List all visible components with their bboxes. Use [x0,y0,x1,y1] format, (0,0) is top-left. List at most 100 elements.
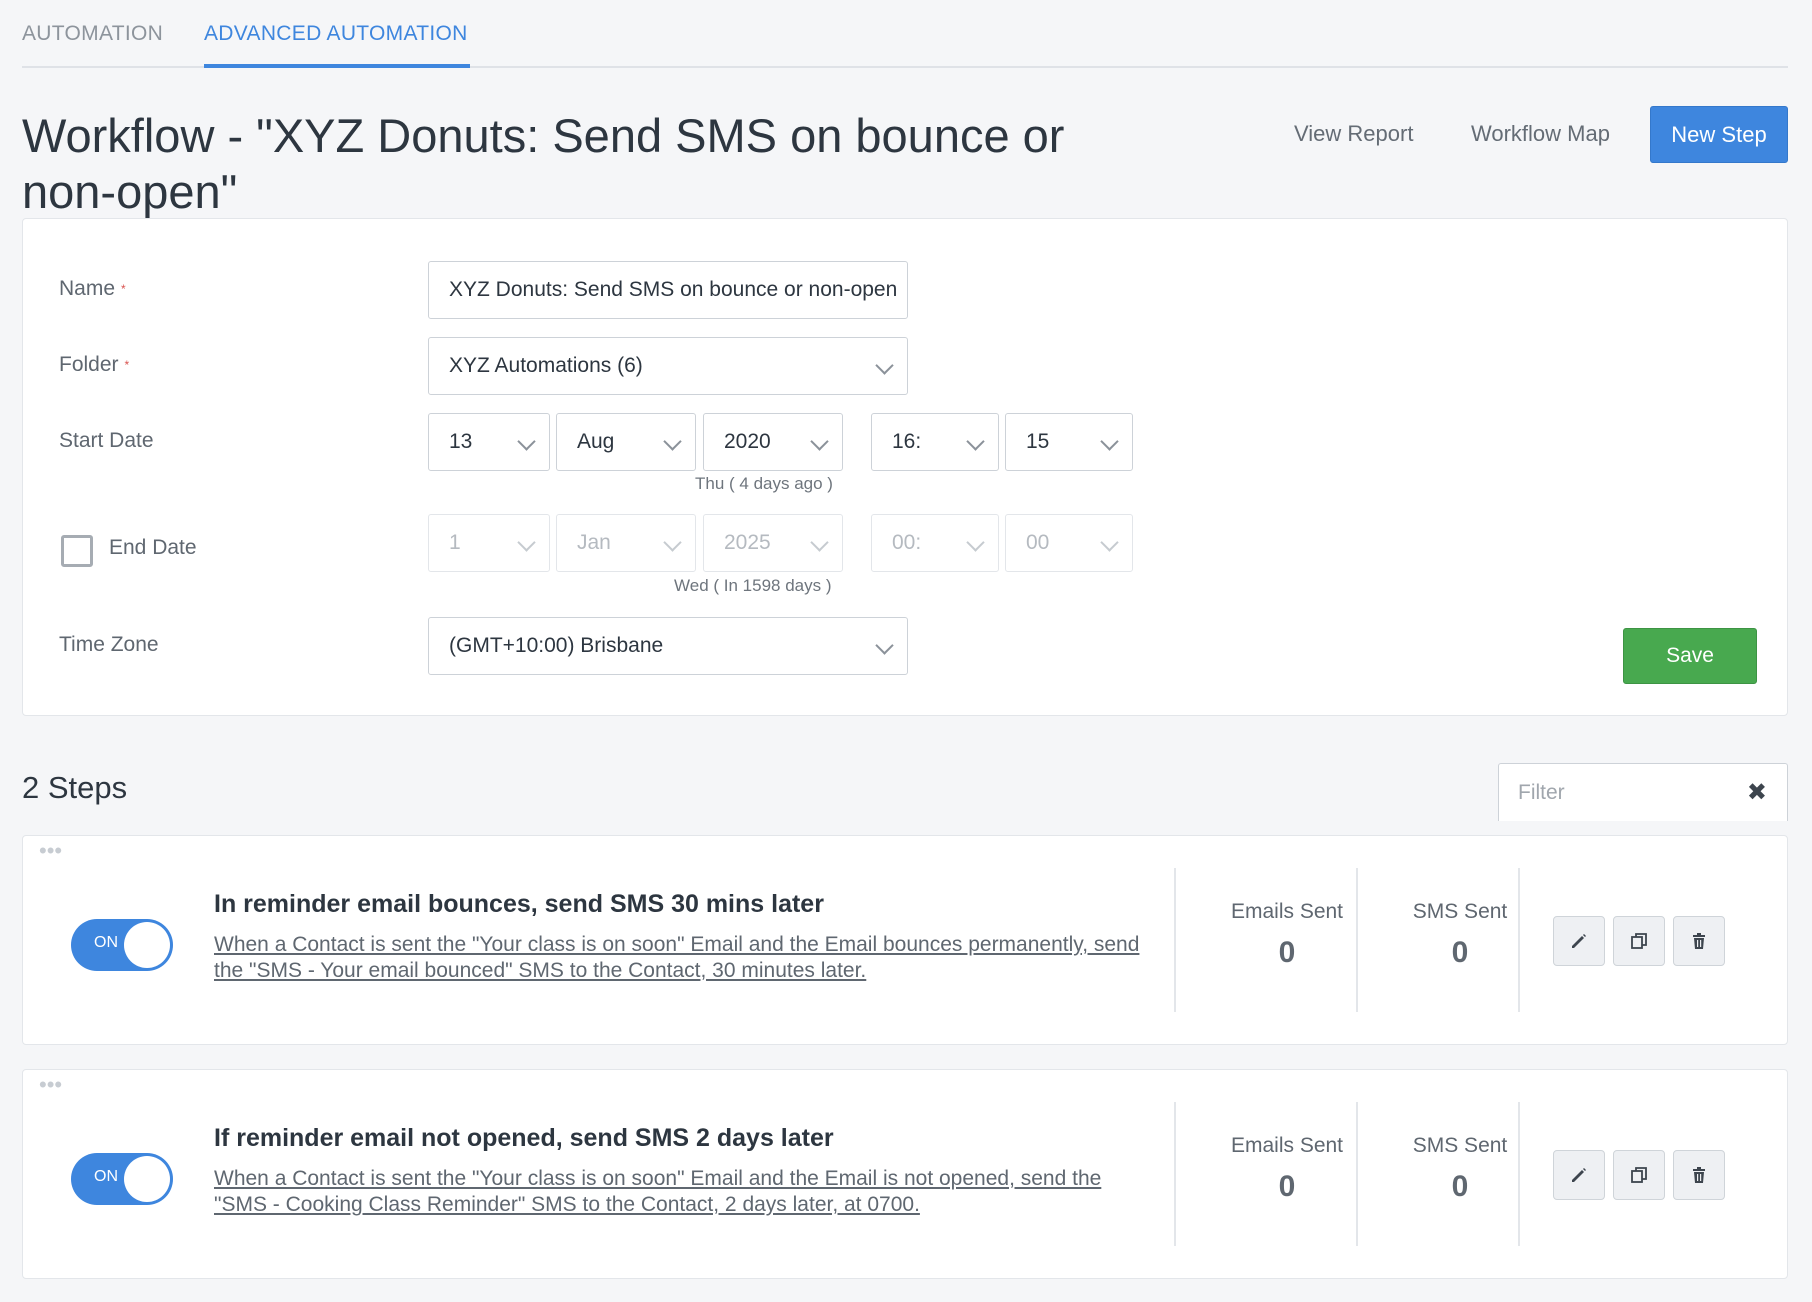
emails-sent-value: 0 [1278,1170,1296,1203]
filter-placeholder: Filter [1518,780,1565,804]
delete-step-button[interactable] [1673,916,1725,966]
start-year-value: 2020 [724,430,771,453]
divider [1356,868,1358,1012]
start-hour-select[interactable]: 16: [871,413,999,471]
start-minute-select[interactable]: 15 [1005,413,1133,471]
step-card: ••• ON In reminder email bounces, send S… [22,835,1788,1045]
end-hour-value: 00: [892,531,922,554]
name-label: Name * [59,277,126,301]
chevron-down-icon [966,533,985,552]
pencil-icon [1572,934,1586,948]
trash-icon [1693,1167,1705,1183]
step-toggle[interactable]: ON [71,1153,173,1205]
name-input[interactable]: XYZ Donuts: Send SMS on bounce or non-op… [428,261,908,319]
sms-sent-value: 0 [1451,1170,1469,1203]
timezone-label: Time Zone [59,633,159,656]
end-date-label: End Date [109,536,197,559]
end-month-select: Jan [556,514,696,572]
emails-sent-label: Emails Sent [1230,1134,1344,1157]
start-date-label: Start Date [59,429,154,452]
step-description-link[interactable]: When a Contact is sent the "Your class i… [214,932,1154,984]
end-date-hint: Wed ( In 1598 days ) [674,576,832,595]
divider [1174,868,1176,1012]
page-title: Workflow - "XYZ Donuts: Send SMS on boun… [22,109,1065,218]
duplicate-step-button[interactable] [1613,916,1665,966]
sms-sent-label: SMS Sent [1412,900,1508,923]
sms-sent-label: SMS Sent [1412,1134,1508,1157]
end-minute-select: 00 [1005,514,1133,572]
chevron-down-icon [810,533,829,552]
tab-automation[interactable]: AUTOMATION [22,22,163,46]
start-day-value: 13 [449,430,473,453]
step-description-link[interactable]: When a Contact is sent the "Your class i… [214,1166,1154,1218]
required-mark: * [121,282,126,297]
copy-icon [1631,933,1647,949]
emails-sent-value: 0 [1278,936,1296,969]
steps-count-title: 2 Steps [22,770,128,805]
start-day-select[interactable]: 13 [428,413,550,471]
divider [1356,1102,1358,1246]
start-year-select[interactable]: 2020 [703,413,843,471]
name-input-value: XYZ Donuts: Send SMS on bounce or non-op… [449,278,898,301]
filter-input[interactable]: Filter ✖ [1498,763,1788,821]
chevron-down-icon [966,432,985,451]
new-step-button[interactable]: New Step [1650,106,1788,163]
chevron-down-icon [810,432,829,451]
start-minute-value: 15 [1026,430,1050,453]
name-label-text: Name [59,277,116,300]
chevron-down-icon [663,533,682,552]
toggle-knob [124,1156,170,1202]
emails-sent-label: Emails Sent [1230,900,1344,923]
timezone-select[interactable]: (GMT+10:00) Brisbane [428,617,908,675]
start-hour-value: 16: [892,430,922,453]
step-toggle[interactable]: ON [71,919,173,971]
chevron-down-icon [1100,432,1119,451]
drag-handle-icon[interactable]: ••• [39,840,62,862]
workflow-form: Name * XYZ Donuts: Send SMS on bounce or … [22,218,1788,716]
end-day-select: 1 [428,514,550,572]
chevron-down-icon [663,432,682,451]
chevron-down-icon [517,533,536,552]
start-date-hint: Thu ( 4 days ago ) [695,474,833,493]
active-tab-indicator [204,64,470,68]
start-month-value: Aug [577,430,615,453]
save-button[interactable]: Save [1623,628,1757,684]
duplicate-step-button[interactable] [1613,1150,1665,1200]
end-month-value: Jan [577,531,611,554]
edit-step-button[interactable] [1553,916,1605,966]
divider [1174,1102,1176,1246]
tab-bar: AUTOMATION ADVANCED AUTOMATION [22,0,1788,68]
end-year-select: 2025 [703,514,843,572]
workflow-map-link[interactable]: Workflow Map [1471,121,1610,147]
end-date-checkbox[interactable] [61,535,93,567]
tab-advanced-automation[interactable]: ADVANCED AUTOMATION [204,22,468,46]
toggle-label: ON [94,1168,118,1185]
divider [1518,868,1520,1012]
divider [1518,1102,1520,1246]
chevron-down-icon [517,432,536,451]
toggle-knob [124,922,170,968]
folder-label-text: Folder [59,353,119,376]
drag-handle-icon[interactable]: ••• [39,1074,62,1096]
toggle-label: ON [94,934,118,951]
copy-icon [1631,1167,1647,1183]
end-hour-select: 00: [871,514,999,572]
delete-step-button[interactable] [1673,1150,1725,1200]
folder-select-value: XYZ Automations (6) [449,354,643,377]
step-title: If reminder email not opened, send SMS 2… [214,1124,834,1152]
edit-step-button[interactable] [1553,1150,1605,1200]
end-minute-value: 00 [1026,531,1050,554]
start-month-select[interactable]: Aug [556,413,696,471]
chevron-down-icon [875,636,894,655]
view-report-link[interactable]: View Report [1294,121,1413,147]
chevron-down-icon [1100,533,1119,552]
folder-label: Folder * [59,353,129,377]
chevron-down-icon [875,356,894,375]
close-icon[interactable]: ✖ [1747,778,1767,807]
end-day-value: 1 [449,531,461,554]
trash-icon [1693,933,1705,949]
folder-select[interactable]: XYZ Automations (6) [428,337,908,395]
sms-sent-value: 0 [1451,936,1469,969]
required-mark: * [124,358,130,373]
step-card: ••• ON If reminder email not opened, sen… [22,1069,1788,1279]
